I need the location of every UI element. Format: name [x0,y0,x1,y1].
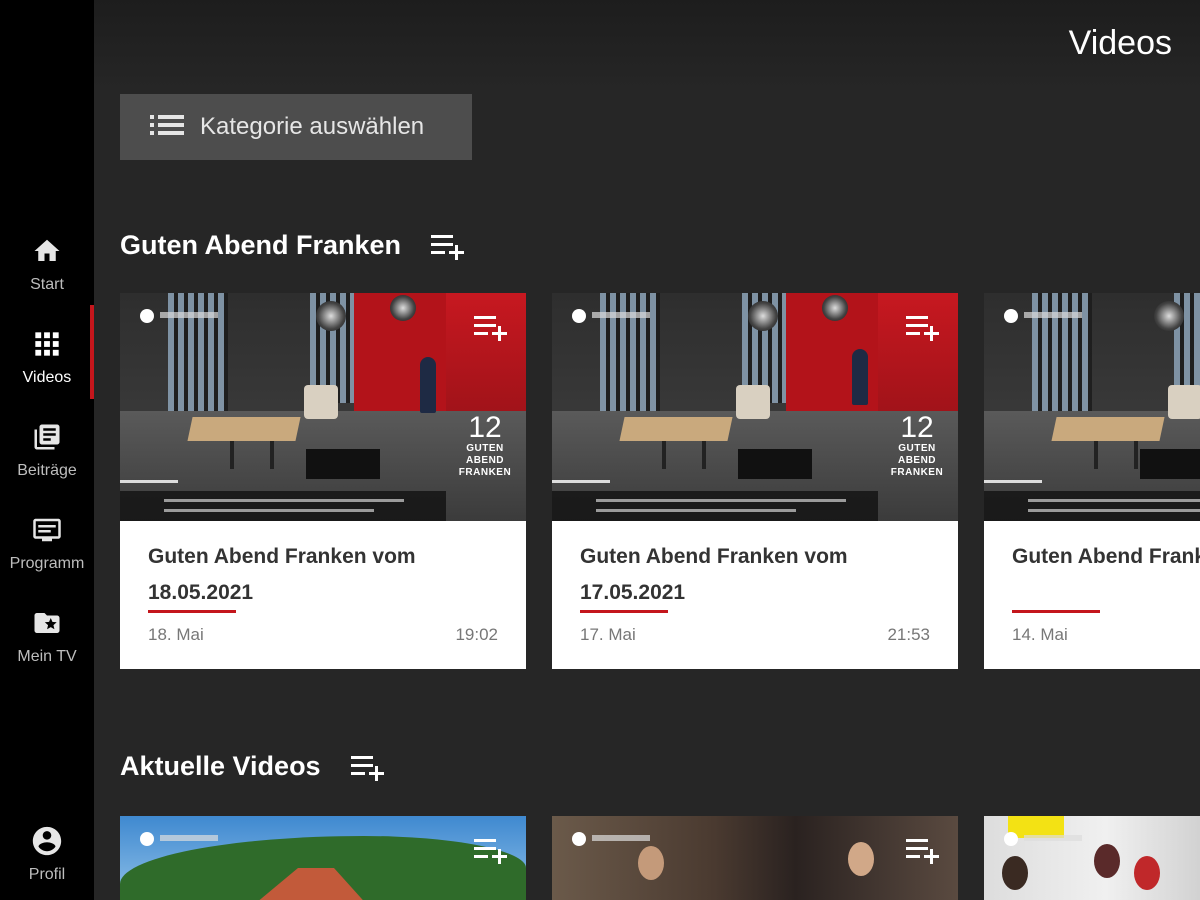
playlist-add-icon[interactable] [431,232,467,260]
sidebar-item-programm[interactable]: Programm [0,511,94,601]
section-title: Aktuelle Videos [120,751,321,781]
channel-logo [1004,832,1018,846]
video-title: Guten Abend Franken vom 14.05.2021 [1012,545,1200,568]
video-time: 21:53 [887,625,930,644]
channel-logo [1004,309,1018,323]
page-title: Videos [1068,24,1172,62]
video-card-body: Guten Abend Franken vom 18.05.2021 18. M… [120,521,526,669]
home-icon [30,234,64,268]
tv-program-icon [30,513,64,547]
video-thumbnail [552,816,958,900]
grid-icon [30,327,64,361]
video-card[interactable]: Guten Abend Franken vom 14.05.2021 14. M… [984,293,1200,669]
sidebar-item-label: Beiträge [17,462,77,479]
video-thumbnail: 12 GUTEN ABEND FRANKEN [552,293,958,521]
video-date: 14. Mai [1012,625,1068,644]
articles-icon [30,420,64,454]
sidebar-item-label: Start [30,276,64,293]
guten-abend-franken-badge: 12 GUTEN ABEND FRANKEN [458,411,512,479]
sidebar-item-label: Profil [28,866,66,883]
video-card-body: Guten Abend Franken vom 17.05.2021 17. M… [552,521,958,669]
sidebar-item-beitraege[interactable]: Beiträge [0,418,94,508]
video-thumbnail [120,816,526,900]
video-card[interactable] [120,816,526,900]
star-folder-icon [30,606,64,640]
title-underline [1012,610,1100,613]
guten-abend-franken-badge: 12 GUTEN ABEND FRANKEN [890,411,944,479]
video-card[interactable]: 12 GUTEN ABEND FRANKEN Guten Abend Frank… [552,293,958,669]
channel-logo [572,832,586,846]
sidebar-item-label: Videos [22,369,72,386]
section-header-guten-abend-franken: Guten Abend Franken [120,230,467,261]
list-icon [150,113,184,142]
video-card-body: Guten Abend Franken vom 14.05.2021 14. M… [984,521,1200,669]
sidebar-item-label: Programm [9,555,85,572]
playlist-add-icon[interactable] [350,753,387,781]
video-thumbnail [984,293,1200,521]
sidebar-item-start[interactable]: Start [0,232,94,322]
header-bar [94,0,1200,90]
news-ticker [984,491,1200,521]
sidebar: Start Videos Beiträge Programm Mein TV P… [0,0,94,900]
section-title: Guten Abend Franken [120,230,402,260]
video-thumbnail [984,816,1200,900]
playlist-add-icon[interactable] [474,836,510,864]
news-ticker [552,491,878,521]
playlist-add-icon[interactable] [906,836,942,864]
sidebar-item-profil[interactable]: Profil [0,822,94,900]
title-underline [148,610,236,613]
video-card[interactable] [552,816,958,900]
category-select-button[interactable]: Kategorie auswählen [120,94,472,160]
channel-logo [140,309,154,323]
video-time: 19:02 [455,625,498,644]
video-card[interactable]: 12 GUTEN ABEND FRANKEN Guten Abend Frank… [120,293,526,669]
video-title: Guten Abend Franken vom 18.05.2021 [148,545,416,604]
category-select-label: Kategorie auswählen [200,113,425,140]
playlist-add-icon[interactable] [474,313,510,341]
video-title: Guten Abend Franken vom 17.05.2021 [580,545,848,604]
sidebar-item-label: Mein TV [17,648,77,665]
news-ticker [120,491,446,521]
channel-logo [140,832,154,846]
playlist-add-icon[interactable] [906,313,942,341]
title-underline [580,610,668,613]
section-header-aktuelle-videos: Aktuelle Videos [120,751,387,782]
channel-logo [572,309,586,323]
video-date: 18. Mai [148,625,204,644]
sidebar-item-videos[interactable]: Videos [0,305,94,415]
video-thumbnail: 12 GUTEN ABEND FRANKEN [120,293,526,521]
video-date: 17. Mai [580,625,636,644]
sidebar-item-mein-tv[interactable]: Mein TV [0,604,94,694]
account-icon [30,824,64,858]
video-card[interactable] [984,816,1200,900]
